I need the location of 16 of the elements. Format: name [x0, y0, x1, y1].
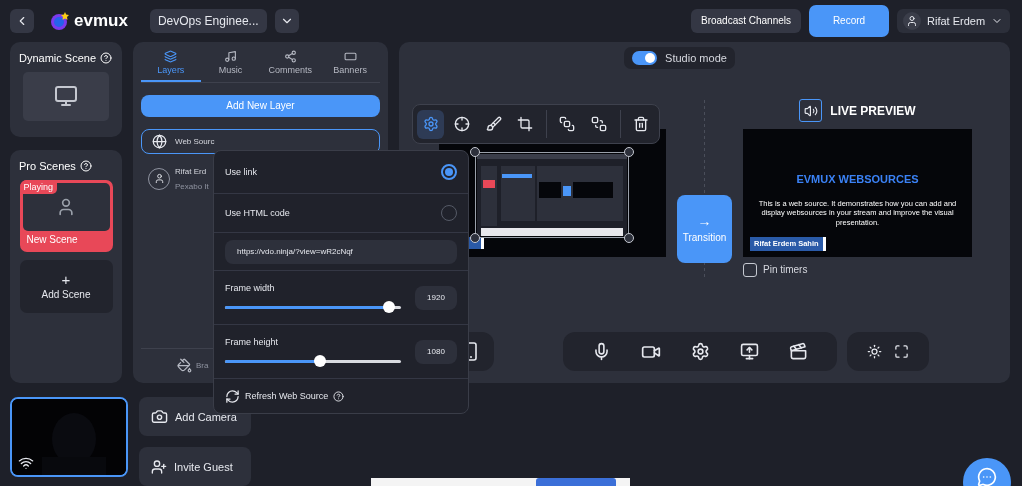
pin-timers-label: Pin timers	[763, 264, 808, 276]
playing-badge: Playing	[19, 179, 58, 194]
layer-name: Rifat Erd	[175, 166, 208, 176]
slider-label: Frame height	[225, 336, 280, 347]
scene-name: New Scene	[25, 232, 79, 247]
live-preview-title: LIVE PREVIEW	[830, 103, 916, 118]
brand-name: evmux	[74, 10, 128, 31]
studio-mode-label: Studio mode	[665, 51, 727, 64]
slider-label: Frame width	[225, 282, 276, 293]
option-label: Use link	[225, 167, 257, 177]
card-title: Dynamic Scene	[19, 51, 97, 64]
option-label: Use HTML code	[225, 208, 290, 218]
layer-subtitle: Pexabo It	[175, 181, 209, 191]
card-title: Pro Scenes	[19, 159, 76, 172]
preview-headline: EVMUX WEBSOURCES	[796, 172, 919, 185]
layer-name: Web Sourc	[175, 136, 215, 146]
